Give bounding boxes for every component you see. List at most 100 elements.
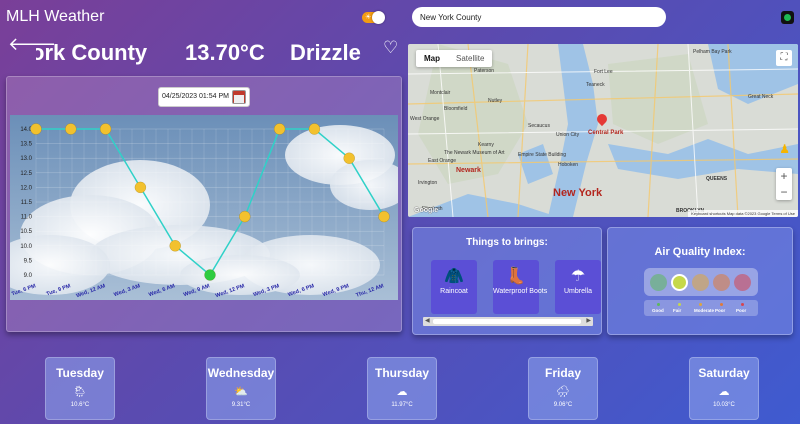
- map-label-irvington: Irvington: [418, 180, 438, 186]
- forecast-day-thursday[interactable]: Thursday ☁ 11.97°C: [367, 357, 437, 420]
- aqi-level-circle: [671, 274, 688, 291]
- y-tick-label: 9.5: [24, 258, 33, 264]
- forecast-day-saturday[interactable]: Saturday ☁ 10.03°C: [689, 357, 759, 420]
- calendar-icon[interactable]: [232, 90, 246, 104]
- data-point[interactable]: [99, 123, 112, 135]
- temperature-chart: 9.0 9.5 10.0 10.5 11.0 11.5 12.0 12.5 13.0 13.5 14…: [0, 115, 410, 300]
- y-tick-label: 9.0: [24, 273, 33, 279]
- y-tick-label: 12.0: [20, 185, 32, 191]
- map-label-city: New York: [553, 187, 603, 199]
- day-temp: 10.6°C: [70, 402, 90, 408]
- aqi-level-circle: [713, 274, 730, 291]
- item-label: Raincoat: [440, 288, 468, 295]
- map-label-secaucus: Secaucus: [528, 123, 550, 129]
- aqi-level-circle: [650, 274, 667, 291]
- scroll-left-icon[interactable]: ◀: [425, 317, 430, 326]
- aqi-scale: [644, 268, 758, 296]
- aqi-level-label: Fair: [673, 308, 682, 313]
- items-scrollbar[interactable]: ◀ ▶: [423, 317, 593, 326]
- app-title: MLH Weather: [6, 8, 105, 25]
- map-label-paterson: Paterson: [474, 68, 495, 74]
- date-time-value: 04/25/2023 01:54 PM: [162, 93, 229, 100]
- data-point[interactable]: [65, 123, 77, 135]
- data-point[interactable]: [273, 123, 286, 135]
- cloud-icon: ☁: [718, 386, 730, 398]
- spotify-icon[interactable]: [781, 11, 794, 24]
- zoom-in-icon[interactable]: +: [776, 168, 792, 184]
- search-input[interactable]: [412, 7, 666, 27]
- data-point[interactable]: [343, 152, 355, 164]
- map-label-bloomfield: Bloomfield: [444, 106, 468, 112]
- aqi-level-label: Moderate: [694, 308, 715, 313]
- tab-map[interactable]: Map: [416, 50, 448, 67]
- tab-satellite[interactable]: Satellite: [448, 50, 492, 67]
- temperature-chart-svg: 9.09.510.010.511.011.512.012.513.013.514…: [0, 115, 410, 300]
- data-point[interactable]: [308, 123, 321, 135]
- day-temp: 11.97°C: [391, 402, 413, 408]
- map-footer[interactable]: Keyboard shortcuts Map data ©2023 Google…: [688, 210, 798, 217]
- zoom-out-icon[interactable]: −: [776, 184, 792, 200]
- cloud-icon: ☁: [396, 386, 408, 398]
- day-temp: 9.31°C: [231, 402, 251, 408]
- forecast-day-tuesday[interactable]: Tuesday 🌦 10.6°C: [45, 357, 115, 420]
- air-quality-card: Air Quality Index: Good Fair Moderate Poor P…: [607, 227, 793, 335]
- day-temp: 10.03°C: [713, 402, 735, 408]
- map-label-nutley: Nutley: [488, 98, 503, 104]
- boots-icon: 👢: [506, 268, 526, 285]
- date-time-input[interactable]: 04/25/2023 01:54 PM: [158, 87, 250, 107]
- data-point[interactable]: [378, 210, 390, 223]
- map-label-museum: The Newark Museum of Art: [444, 150, 505, 156]
- sun-cloud-icon: ⛅: [234, 386, 248, 398]
- map-label-hoboken: Hoboken: [558, 162, 579, 168]
- location-heading: York County: [18, 40, 148, 65]
- map-label-union-city: Union City: [556, 132, 580, 138]
- map-label-queens: QUEENS: [706, 176, 728, 182]
- map-label-great-neck: Great Neck: [748, 94, 774, 100]
- map-label-pelham-bay: Pelham Bay Park: [693, 49, 732, 55]
- data-point[interactable]: [30, 123, 42, 135]
- map-label-fort-lee: Fort Lee: [594, 69, 613, 75]
- condition-heading: Drizzle: [290, 40, 361, 65]
- map-label-teaneck: Teaneck: [586, 82, 605, 88]
- map-label-central-park: Central Park: [588, 130, 624, 136]
- day-name: Friday: [544, 366, 581, 380]
- y-tick-label: 10.5: [20, 229, 32, 235]
- map-label-west-orange: West Orange: [410, 116, 440, 122]
- sun-icon: ☀: [365, 14, 372, 21]
- theme-toggle[interactable]: ☀: [362, 11, 385, 24]
- favorite-heart-icon[interactable]: ♡: [383, 38, 398, 58]
- item-waterproof-boots[interactable]: 👢 Waterproof Boots: [493, 260, 548, 314]
- aqi-level-dot: [657, 303, 660, 306]
- items-list: 🧥 Raincoat 👢 Waterproof Boots ☂ Umbrella: [431, 260, 601, 314]
- toggle-knob: [372, 11, 385, 24]
- map-type-tabs: Map Satellite: [416, 50, 493, 67]
- item-raincoat[interactable]: 🧥 Raincoat: [431, 260, 477, 314]
- data-point[interactable]: [239, 210, 251, 223]
- map-label-empire: Empire State Building: [518, 152, 567, 158]
- data-point[interactable]: [169, 240, 181, 252]
- item-umbrella[interactable]: ☂ Umbrella: [555, 260, 601, 314]
- item-label: Waterproof Boots: [493, 288, 548, 295]
- aqi-level-circle: [734, 274, 751, 291]
- raincoat-icon: 🧥: [444, 268, 464, 285]
- day-temp: 9.06°C: [553, 402, 573, 408]
- fullscreen-icon[interactable]: ⛶: [776, 50, 792, 66]
- forecast-day-wednesday[interactable]: Wednesday ⛅ 9.31°C: [206, 357, 276, 420]
- forecast-day-friday[interactable]: Friday 🌧 9.06°C: [528, 357, 598, 420]
- y-tick-label: 11.0: [21, 215, 33, 221]
- aqi-level-dot: [678, 303, 681, 306]
- street-view-icon[interactable]: ♟: [779, 142, 790, 156]
- scroll-thumb[interactable]: [433, 319, 581, 324]
- item-label: Umbrella: [563, 288, 592, 295]
- scroll-right-icon[interactable]: ▶: [586, 317, 591, 326]
- things-title: Things to brings:: [466, 237, 548, 248]
- day-name: Thursday: [374, 366, 429, 380]
- data-point[interactable]: [204, 269, 216, 281]
- day-name: Tuesday: [56, 366, 104, 380]
- cloud-rain-icon: 🌧: [556, 386, 570, 398]
- data-point[interactable]: [134, 181, 147, 194]
- sun-cloud-rain-icon: 🌦: [73, 386, 87, 398]
- aqi-level-label: Good: [652, 308, 664, 313]
- map-view[interactable]: Map Satellite ⛶ New York Newark QUEENS B…: [408, 44, 798, 217]
- day-name: Saturday: [698, 366, 750, 380]
